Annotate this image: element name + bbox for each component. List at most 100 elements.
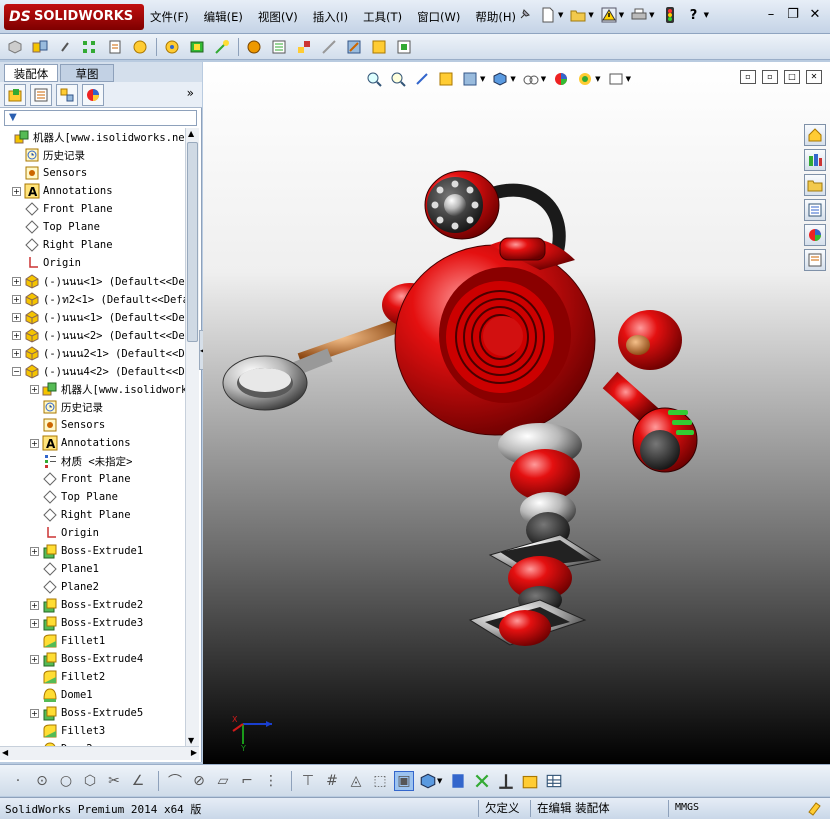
mate-icon[interactable] <box>31 38 49 56</box>
tree-item[interactable]: Fillet1 <box>30 632 105 650</box>
move-triad-icon[interactable] <box>496 771 516 791</box>
point-icon[interactable]: · <box>8 771 28 791</box>
tree-item[interactable]: Dome1 <box>30 686 93 704</box>
assembly-features-icon[interactable] <box>188 38 206 56</box>
rebuild-warning-icon[interactable] <box>600 5 618 25</box>
tree-item[interactable]: 机器人[www.isolidworks.net] <box>2 128 185 146</box>
measure-icon[interactable] <box>448 771 468 791</box>
configuration-manager-icon[interactable] <box>56 83 78 106</box>
help-dropdown-icon[interactable]: ▼ <box>704 11 709 19</box>
shaded-box-icon[interactable]: ▣ <box>394 770 414 791</box>
tree-filter[interactable]: ▼ <box>4 110 197 126</box>
menu-tools[interactable]: 工具(T) <box>363 9 402 27</box>
zoom-to-fit-icon[interactable] <box>365 70 383 88</box>
close-button[interactable]: ✕ <box>804 6 826 24</box>
expand-icon[interactable]: + <box>12 186 21 196</box>
viewport-close-icon[interactable]: ✕ <box>806 70 822 84</box>
expand-icon[interactable]: + <box>30 618 39 628</box>
annotation-dropdown-icon[interactable]: ▼ <box>480 75 485 83</box>
tree-item[interactable]: Right Plane <box>30 506 131 524</box>
tree-item[interactable]: + (-)นนน<1> (Default<<Default <box>12 272 185 290</box>
restore-button[interactable]: ❐ <box>782 6 804 24</box>
tree-item[interactable]: Top Plane <box>12 218 100 236</box>
tree-item[interactable]: + Boss-Extrude5 <box>30 704 143 722</box>
expand-icon[interactable]: + <box>12 348 21 358</box>
tree-horizontal-scrollbar[interactable]: ◀ ▶ <box>0 746 199 760</box>
expand-icon[interactable]: + <box>12 276 21 286</box>
viewport-maximize-icon[interactable]: □ <box>784 70 800 84</box>
angle-icon[interactable]: ∠ <box>128 771 148 791</box>
slot-icon[interactable]: ⊘ <box>189 771 209 791</box>
menu-insert[interactable]: 插入(I) <box>313 9 348 27</box>
section-view-icon[interactable] <box>437 70 455 88</box>
view-palette-icon[interactable] <box>804 199 826 221</box>
robot-model[interactable] <box>203 62 830 764</box>
tree-item[interactable]: Origin <box>30 524 99 542</box>
expand-icon[interactable]: + <box>30 384 39 394</box>
open-dropdown-icon[interactable]: ▼ <box>588 11 593 19</box>
mass-properties-icon[interactable] <box>472 771 492 791</box>
circle-icon[interactable]: ⊙ <box>32 771 52 791</box>
3d-sketch-icon[interactable]: ◬ <box>346 771 366 791</box>
tree-item[interactable]: 历史记录 <box>12 146 85 164</box>
mirror-icon[interactable]: ⋮ <box>261 771 281 791</box>
dimension-icon[interactable]: ⊤ <box>298 771 318 791</box>
menu-help[interactable]: 帮助(H) <box>475 9 516 27</box>
new-dropdown-icon[interactable]: ▼ <box>558 11 563 19</box>
feature-manager-tree-icon[interactable] <box>4 83 26 106</box>
view-cube-dropdown-icon[interactable]: ▼ <box>437 777 442 785</box>
print-dropdown-icon[interactable]: ▼ <box>649 11 654 19</box>
tree-item[interactable]: Sensors <box>30 416 105 434</box>
tree-item[interactable]: Fillet3 <box>30 722 105 740</box>
tree-item[interactable]: Front Plane <box>30 470 131 488</box>
scroll-left-icon[interactable]: ◀ <box>2 748 8 757</box>
help-icon[interactable]: ? <box>685 5 703 25</box>
property-manager-icon[interactable] <box>30 83 52 106</box>
tree-item[interactable]: 材质 <未指定> <box>30 452 132 470</box>
graphics-area[interactable]: ▼ ▼ ▼ ▼ ▼ ▫ ▫ □ ✕ X Y <box>203 62 830 764</box>
scene-dropdown-icon[interactable]: ▼ <box>595 75 600 83</box>
bill-of-materials-icon[interactable] <box>270 38 288 56</box>
orientation-dropdown-icon[interactable]: ▼ <box>510 75 515 83</box>
linear-pattern-icon[interactable] <box>81 38 99 56</box>
viewport-tile-icon[interactable]: ▫ <box>762 70 778 84</box>
smart-fasteners-icon[interactable] <box>106 38 124 56</box>
scroll-thumb[interactable] <box>187 142 198 342</box>
tree-item[interactable]: 历史记录 <box>30 398 103 416</box>
view-settings-icon[interactable] <box>607 70 625 88</box>
tree-vertical-scrollbar[interactable]: ▲ ▼ <box>185 128 199 746</box>
view-settings-dropdown-icon[interactable]: ▼ <box>626 75 631 83</box>
fillet-sketch-icon[interactable]: ⌒ <box>165 771 185 791</box>
table-icon[interactable] <box>544 771 564 791</box>
check-icon[interactable] <box>520 771 540 791</box>
explode-line-sketch-icon[interactable] <box>320 38 338 56</box>
tab-assembly[interactable]: 装配体 <box>4 64 58 82</box>
view-cube-icon[interactable] <box>418 771 438 791</box>
new-document-icon[interactable] <box>539 5 557 25</box>
rebuild-dropdown-icon[interactable]: ▼ <box>619 11 624 19</box>
scroll-right-icon[interactable]: ▶ <box>191 748 197 757</box>
tree-item[interactable]: Plane2 <box>30 578 99 596</box>
panel-more-button[interactable]: » <box>187 86 194 100</box>
previous-view-icon[interactable] <box>413 70 431 88</box>
show-hidden-icon[interactable] <box>163 38 181 56</box>
tab-sketch[interactable]: 草图 <box>60 64 114 82</box>
wireframe-box-icon[interactable]: ⬚ <box>370 771 390 791</box>
menu-file[interactable]: 文件(F) <box>150 9 189 27</box>
display-style-icon[interactable] <box>522 70 540 88</box>
tree-item[interactable]: Right Plane <box>12 236 113 254</box>
menu-edit[interactable]: 编辑(E) <box>204 9 243 27</box>
appearances-scenes-icon[interactable] <box>804 224 826 246</box>
polygon-icon[interactable]: ⬡ <box>80 771 100 791</box>
tree-item[interactable]: Top Plane <box>30 488 118 506</box>
collapse-icon[interactable]: − <box>12 366 21 376</box>
custom-properties-icon[interactable] <box>804 249 826 271</box>
expand-icon[interactable]: + <box>30 600 39 610</box>
tree-item[interactable]: + (-)นนน<2> (Default<<Default <box>12 326 185 344</box>
expand-icon[interactable]: + <box>30 654 39 664</box>
apply-scene-icon[interactable] <box>576 70 594 88</box>
expand-icon[interactable]: + <box>30 708 39 718</box>
file-explorer-icon[interactable] <box>804 174 826 196</box>
tree-item[interactable]: Sensors <box>12 164 87 182</box>
reference-geometry-icon[interactable] <box>213 38 231 56</box>
